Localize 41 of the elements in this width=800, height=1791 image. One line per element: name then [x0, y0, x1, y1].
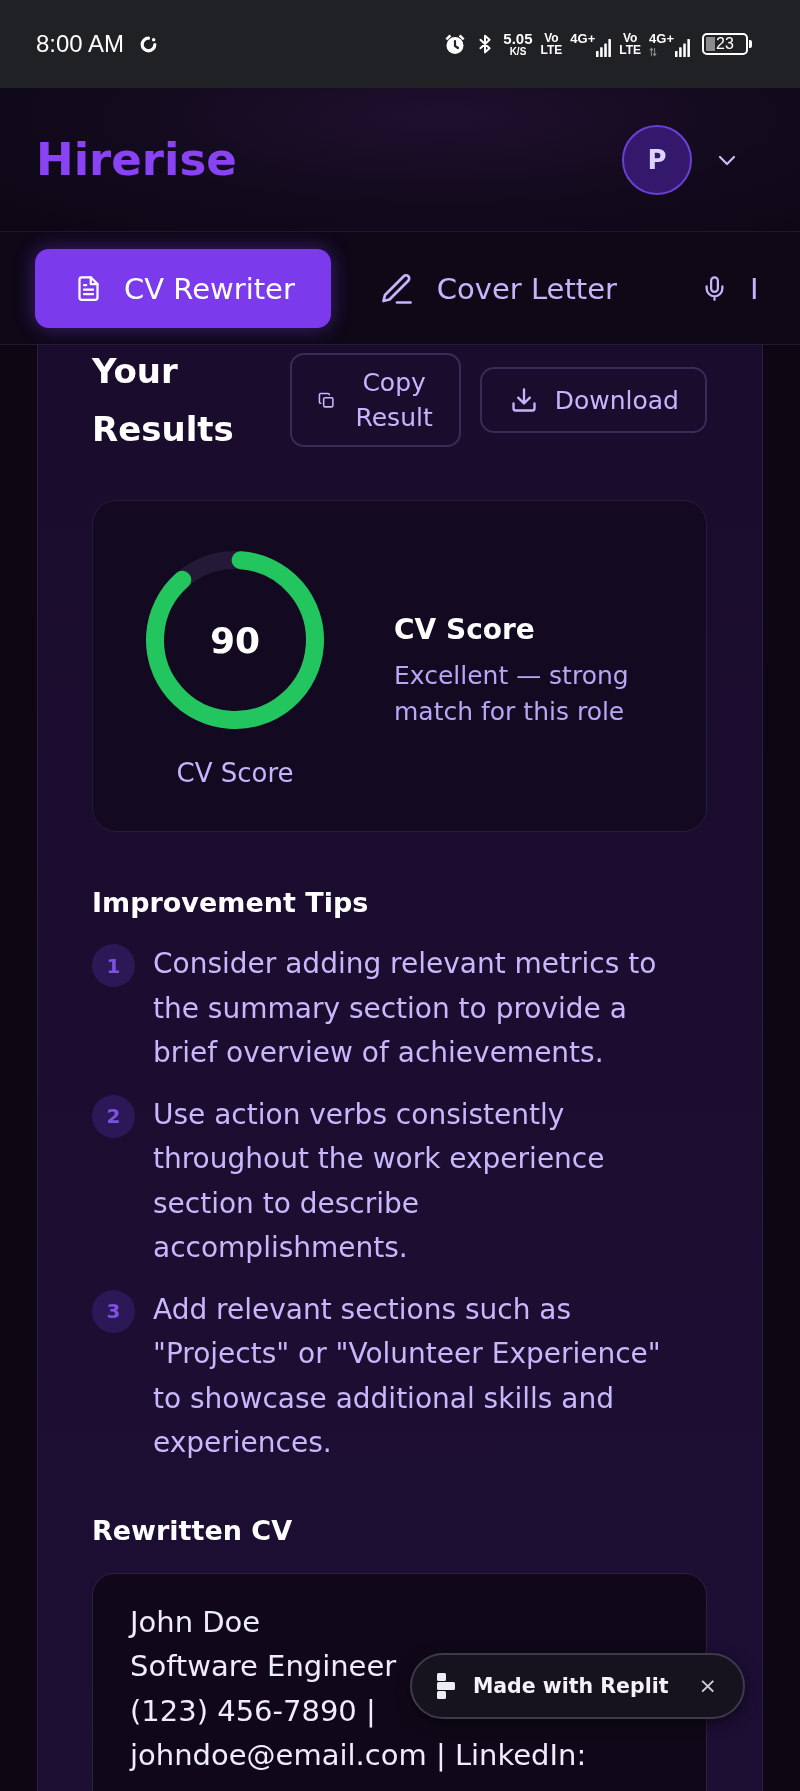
network-type-text: 4G+	[570, 31, 596, 45]
score-title: CV Score	[394, 612, 536, 648]
tab[interactable]: CV Rewriter	[35, 249, 331, 328]
score-label: CV Score	[176, 757, 294, 790]
cv-text-line: (123) 456-7890 |	[130, 1692, 376, 1730]
avatar-button[interactable]: P	[622, 124, 692, 195]
tip-number: 1	[92, 944, 135, 987]
speed-unit-text: K/S	[509, 47, 527, 57]
network-speed-text: 5.05	[503, 31, 533, 46]
results-heading: Your Results	[92, 350, 234, 451]
signal-bars-icon	[596, 38, 612, 57]
score-description: Excellent — strong match for this role	[394, 660, 630, 728]
section-heading: Rewritten CV	[92, 1513, 294, 1548]
download-button[interactable]: Download	[479, 367, 707, 433]
download-icon	[509, 386, 538, 414]
tip-number: 2	[92, 1094, 135, 1138]
sync-icon	[139, 34, 159, 54]
score-value: 90	[209, 619, 261, 661]
cv-text-line: johndoe@email.com | LinkedIn:	[130, 1737, 587, 1774]
tab[interactable]: I	[660, 249, 795, 328]
tab[interactable]: Cover Letter	[338, 249, 653, 328]
volte-text: Vo LTE	[619, 32, 642, 56]
replit-link[interactable]: Made with Replit	[472, 1674, 669, 1698]
cv-text-line: Software Engineer	[130, 1648, 397, 1685]
alarm-clock-icon	[443, 32, 468, 56]
cv-text-line: John Doe	[130, 1603, 261, 1641]
volte-text: Vo LTE	[540, 32, 563, 56]
tip-text: Use action verbs consistently throughout the work experience section to describe accomplishments.	[153, 1096, 606, 1266]
signal-bars-icon	[675, 38, 690, 57]
network-type-text: 4G+	[649, 31, 674, 45]
copy-icon	[318, 391, 336, 409]
copy-button[interactable]: Copy Result	[290, 353, 461, 447]
tip-text: Add relevant sections such as "Projects" or "Volunteer Experience" to showcase additional skills and experiences.	[153, 1291, 662, 1461]
app-logo: Hirerise	[36, 133, 237, 186]
section-heading: Improvement Tips	[92, 886, 370, 920]
document-icon	[75, 275, 102, 302]
tip-text: Consider adding relevant metrics to the summary section to provide a brief overview of achievements.	[153, 946, 658, 1071]
clock-time: 8:00 AM	[36, 30, 125, 58]
replit-logo-icon	[436, 1673, 455, 1699]
tip-number: 3	[92, 1289, 135, 1333]
close-button[interactable]: ×	[694, 1675, 721, 1697]
